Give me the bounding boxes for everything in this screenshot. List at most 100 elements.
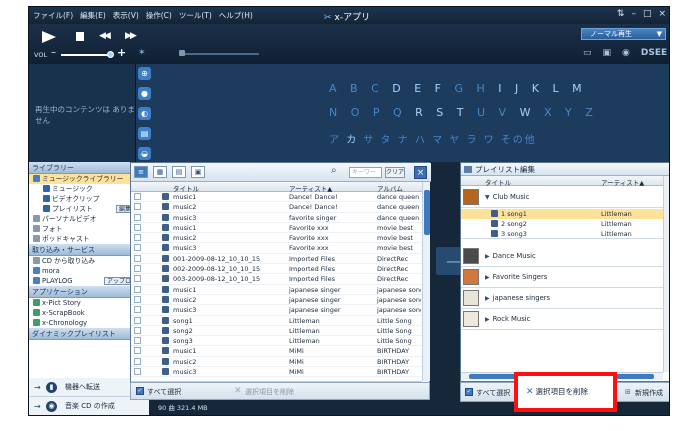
table-row[interactable]: music3 favorite singer dance queen — [131, 213, 422, 223]
thumbnail-view-icon[interactable]: ▦ — [153, 166, 167, 178]
delete-selected-button[interactable]: 選択項目を削除 — [245, 387, 294, 397]
playlist-group[interactable]: Rock Music — [461, 309, 663, 330]
clear-button[interactable]: クリア — [385, 167, 405, 178]
music-note-icon — [162, 295, 169, 303]
menu-file[interactable]: ファイル(F) — [33, 10, 73, 21]
alphabet-index-row2[interactable]: N O P Q R S T U V W X Y Z — [329, 106, 598, 119]
playback-mode-select[interactable]: ノーマル再生 ▼ — [581, 28, 666, 40]
menu-edit[interactable]: 編集(E) — [80, 10, 106, 21]
table-row[interactable]: music2 japanese singer japanese song — [131, 295, 422, 306]
surround-icon[interactable]: ◉ — [622, 48, 630, 58]
table-row[interactable]: music2 MiMi BIRTHDAY — [131, 357, 422, 368]
artist-icon[interactable]: ● — [138, 87, 151, 100]
vertical-scrollbar[interactable] — [663, 176, 669, 372]
dsee-button[interactable]: DSEE — [641, 48, 667, 58]
eq-icon[interactable]: ▭ — [583, 48, 592, 58]
menu-tools[interactable]: ツール(T) — [179, 10, 212, 21]
new-playlist-button[interactable]: 新規作成 — [635, 388, 663, 398]
playlist-select-all-button[interactable]: すべて選択 — [476, 388, 510, 398]
row-checkbox[interactable] — [134, 295, 141, 303]
playlist-group[interactable]: Dance Music — [461, 246, 663, 267]
album-icon[interactable]: ◐ — [138, 107, 151, 120]
close-icon[interactable]: × — [414, 166, 427, 179]
table-row[interactable]: song3 Littleman Little Song — [131, 336, 422, 347]
playlist-song-row[interactable]: 3 song3 Littleman — [461, 229, 663, 239]
row-checkbox[interactable] — [134, 368, 141, 376]
playlist-group[interactable]: Club Music — [461, 187, 663, 208]
table-row[interactable]: song1 Littleman Little Song — [131, 316, 422, 326]
table-row[interactable]: music1 Favorite xxx movie best — [131, 223, 422, 234]
play-icon[interactable] — [42, 31, 56, 43]
grid-view-icon[interactable]: ▣ — [191, 166, 205, 178]
volume-down-icon[interactable]: – — [51, 47, 56, 58]
row-checkbox[interactable] — [134, 357, 141, 365]
row-checkbox[interactable] — [134, 337, 141, 345]
mute-icon[interactable]: ✶ — [138, 48, 146, 58]
scrollbar-thumb[interactable] — [424, 190, 430, 235]
cell-artist: Imported Files — [289, 254, 336, 263]
row-checkbox[interactable] — [134, 254, 141, 262]
row-checkbox[interactable] — [134, 244, 141, 252]
chevron-down-icon: ▼ — [656, 30, 662, 38]
select-all-button[interactable]: すべて選択 — [147, 387, 181, 397]
row-checkbox[interactable] — [134, 285, 141, 293]
table-row[interactable]: music3 japanese singer japanese song — [131, 305, 422, 316]
row-checkbox[interactable] — [134, 347, 141, 355]
genre-icon[interactable]: ▤ — [138, 127, 151, 140]
row-checkbox[interactable] — [134, 316, 141, 324]
year-icon[interactable]: ◒ — [138, 147, 151, 160]
search-icon[interactable]: ⊕ — [138, 67, 151, 80]
volume-up-icon[interactable]: + — [117, 46, 126, 59]
volume-slider-knob[interactable] — [107, 51, 114, 58]
vertical-scrollbar[interactable] — [422, 182, 430, 381]
table-row[interactable]: music1 japanese singer japanese song — [131, 285, 422, 295]
row-checkbox[interactable] — [134, 223, 141, 231]
column-title[interactable]: タイトル — [485, 177, 511, 187]
row-checkbox[interactable] — [134, 234, 141, 242]
maximize-icon[interactable]: □ — [643, 9, 652, 19]
table-row[interactable]: song2 Littleman Little Song — [131, 326, 422, 337]
table-row[interactable]: music1 MiMi BIRTHDAY — [131, 346, 422, 357]
table-row[interactable]: 001-2009-08-12_10_10_15 Imported Files Dir… — [131, 254, 422, 265]
search-icon[interactable]: ⌕ — [331, 165, 337, 176]
table-row[interactable]: 003-2009-08-12_10_10_15 Imported Files Dir… — [131, 274, 422, 285]
table-row[interactable]: music2 Favorite xxx movie best — [131, 233, 422, 244]
row-checkbox[interactable] — [134, 193, 141, 200]
kana-index-row[interactable]: ア カ サ タ ナ ハ マ ヤ ラ ワ その他 — [329, 131, 537, 146]
playlist-song-row[interactable]: 2 song2 Littleman — [461, 219, 663, 229]
next-track-icon[interactable]: ▶▶ — [125, 31, 137, 41]
close-icon[interactable]: × — [658, 9, 666, 19]
minimize-icon[interactable]: – — [631, 9, 636, 19]
keyword-search-input[interactable]: キーワー — [349, 167, 382, 178]
alphabet-index-row1[interactable]: A B C D E F G H I J K L M — [329, 82, 587, 95]
playlist-song-row[interactable]: 1 song1 Littleman — [461, 209, 663, 219]
table-row[interactable]: music1 Dance! Dance! dance queen — [131, 192, 422, 203]
menu-help[interactable]: ヘルプ(H) — [219, 10, 253, 21]
row-checkbox[interactable] — [134, 326, 141, 334]
menu-view[interactable]: 表示(V) — [113, 10, 139, 21]
row-checkbox[interactable] — [134, 306, 141, 314]
highlighted-delete-selected-button[interactable]: ✕ 選択項目を削除 — [514, 372, 617, 412]
row-checkbox[interactable] — [134, 203, 141, 211]
volume-slider[interactable] — [61, 54, 111, 56]
playlist-group[interactable]: japanese singers — [461, 288, 663, 309]
table-row[interactable]: 002-2009-08-12_10_10_15 Imported Files Dir… — [131, 264, 422, 275]
list-view-icon[interactable]: ≡ — [134, 166, 148, 178]
playlist-group[interactable]: Favorite Singers — [461, 267, 663, 288]
playlist-delete-selected-button[interactable]: ✕ 選択項目を削除 — [526, 386, 588, 397]
row-checkbox[interactable] — [134, 213, 141, 221]
restore-icon[interactable]: ⇅ — [617, 9, 625, 19]
table-row[interactable]: music3 MiMi BIRTHDAY — [131, 367, 422, 378]
visualizer-icon[interactable]: ▣ — [603, 48, 612, 58]
table-row[interactable]: music2 Dance! Dance! dance queen — [131, 202, 422, 213]
previous-track-icon[interactable]: ◀◀ — [99, 31, 111, 41]
stop-icon[interactable] — [76, 32, 84, 41]
seek-bar-knob[interactable] — [179, 50, 185, 56]
detail-view-icon[interactable]: ▤ — [172, 166, 186, 178]
table-row[interactable]: music3 Favorite xxx movie best — [131, 243, 422, 254]
row-checkbox[interactable] — [134, 275, 141, 283]
menu-control[interactable]: 操作(C) — [146, 10, 172, 21]
column-artist[interactable]: アーティスト▲ — [601, 177, 644, 187]
seek-bar[interactable] — [179, 53, 259, 55]
row-checkbox[interactable] — [134, 265, 141, 273]
